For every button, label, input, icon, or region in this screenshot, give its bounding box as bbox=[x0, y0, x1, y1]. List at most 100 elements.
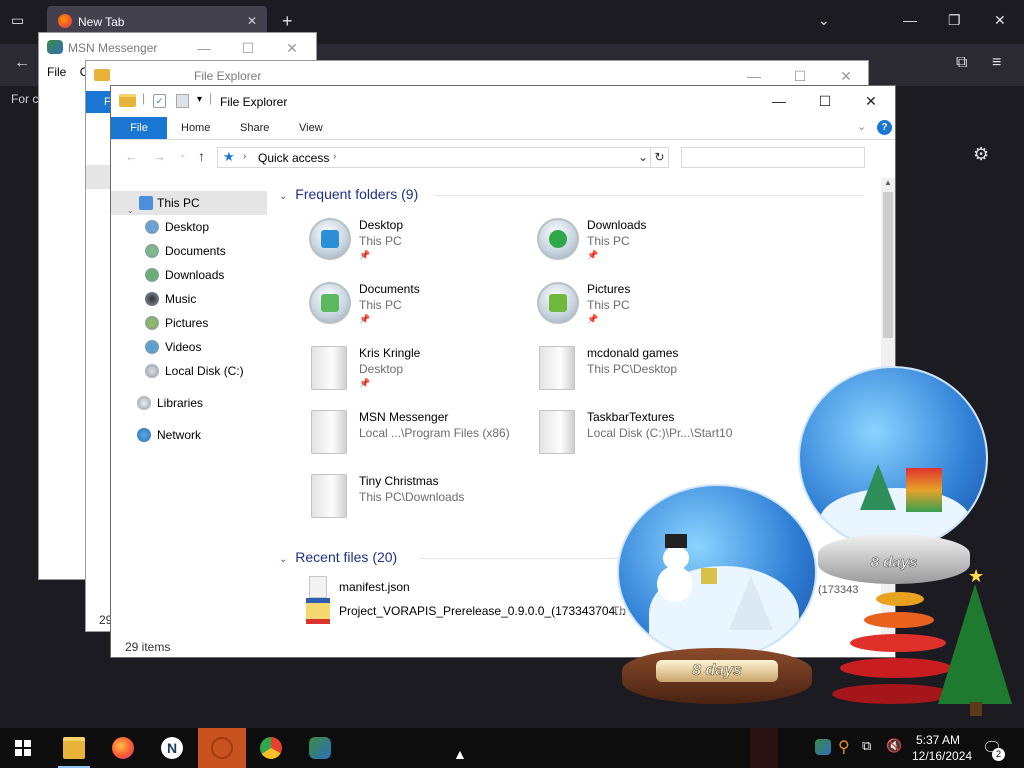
taskbar-file-explorer[interactable] bbox=[50, 728, 98, 768]
tab-list-icon[interactable]: ▭ bbox=[11, 12, 24, 29]
msn-icon bbox=[47, 40, 63, 54]
gear-icon[interactable]: ⚙ bbox=[973, 144, 989, 165]
address-bar[interactable]: ★ › Quick access › ⌄ bbox=[217, 147, 669, 168]
taskbar-app-active[interactable] bbox=[198, 728, 246, 768]
scroll-up-icon[interactable]: ▲ bbox=[884, 178, 892, 187]
network-tray-icon[interactable]: ⧉ bbox=[862, 738, 871, 754]
folder-msn-messenger[interactable]: MSN Messenger Local ...\Program Files (x… bbox=[309, 408, 539, 464]
minimize-icon[interactable]: — bbox=[757, 90, 801, 112]
tab-file[interactable]: File bbox=[111, 117, 167, 139]
file-name: manifest.json bbox=[339, 580, 410, 594]
folder-pictures[interactable]: Pictures This PC 📌 bbox=[537, 280, 767, 336]
ribbon-expand-icon[interactable]: ⌄ bbox=[857, 120, 866, 133]
forward-arrow-icon[interactable]: → bbox=[153, 149, 166, 164]
search-input[interactable] bbox=[681, 147, 865, 168]
tree-icon bbox=[729, 576, 773, 630]
refresh-icon[interactable]: ↻ bbox=[650, 147, 669, 168]
taskbar-notion[interactable]: N bbox=[148, 728, 196, 768]
recent-files-header[interactable]: ⌄ Recent files (20) bbox=[279, 549, 397, 565]
taskbar-blank-region bbox=[750, 728, 778, 768]
documents-icon bbox=[145, 244, 159, 258]
extensions-icon[interactable]: ⧉ bbox=[956, 54, 967, 72]
help-icon[interactable]: ? bbox=[877, 120, 892, 135]
back-arrow-icon[interactable]: ← bbox=[14, 54, 30, 72]
minimize-icon[interactable]: — bbox=[903, 12, 917, 28]
sidebar-item-videos[interactable]: Videos bbox=[111, 335, 267, 359]
snowman-hat bbox=[665, 534, 687, 548]
tab-share[interactable]: Share bbox=[240, 117, 269, 139]
folder-desktop[interactable]: Desktop This PC 📌 bbox=[309, 216, 539, 272]
restore-icon[interactable]: ❐ bbox=[948, 12, 961, 29]
countdown-widget-right[interactable]: 8 days bbox=[796, 366, 992, 588]
sidebar-item-music[interactable]: Music bbox=[111, 287, 267, 311]
clock-date[interactable]: 12/16/2024 bbox=[912, 749, 972, 763]
ribbon-divider bbox=[111, 139, 895, 140]
menu-file[interactable]: File bbox=[47, 65, 66, 79]
sidebar-item-network[interactable]: Network bbox=[111, 423, 267, 447]
msn-icon bbox=[309, 737, 331, 759]
properties-icon[interactable]: ✓ bbox=[153, 94, 166, 108]
frequent-folders-header[interactable]: ⌄ Frequent folders (9) bbox=[279, 186, 418, 202]
sidebar-item-this-pc[interactable]: ⌄ This PC bbox=[111, 191, 267, 215]
taskbar-msn[interactable] bbox=[296, 728, 344, 768]
up-arrow-icon[interactable]: ↑ bbox=[198, 148, 205, 164]
quick-access-dropdown-icon[interactable]: ▾ bbox=[197, 94, 202, 105]
chevron-right-icon[interactable]: › bbox=[333, 151, 336, 162]
nav-selected-row bbox=[86, 165, 112, 189]
minimize-icon[interactable]: — bbox=[732, 65, 776, 87]
close-icon[interactable]: ✕ bbox=[994, 12, 1006, 29]
new-folder-icon[interactable] bbox=[176, 94, 189, 108]
menu-icon[interactable]: ≡ bbox=[992, 54, 1001, 72]
snowman-icon bbox=[657, 566, 693, 602]
maximize-icon[interactable]: ☐ bbox=[803, 90, 847, 112]
sidebar-item-label: Videos bbox=[165, 340, 202, 354]
sidebar-item-pictures[interactable]: Pictures bbox=[111, 311, 267, 335]
folder-icon bbox=[119, 94, 136, 107]
volume-muted-icon[interactable]: 🔇 bbox=[886, 738, 902, 754]
folder-kris-kringle[interactable]: Kris Kringle Desktop 📌 bbox=[309, 344, 539, 400]
gifts-icon bbox=[906, 468, 942, 512]
maximize-icon[interactable]: ☐ bbox=[226, 37, 270, 59]
ribbon-file-tab[interactable]: F bbox=[86, 91, 112, 113]
tab-close-icon[interactable]: ✕ bbox=[247, 14, 257, 28]
folder-location: This PC bbox=[587, 234, 630, 248]
chevron-down-icon[interactable]: ⌄ bbox=[818, 12, 830, 29]
maximize-icon[interactable]: ☐ bbox=[778, 65, 822, 87]
taskbar-chrome[interactable] bbox=[247, 728, 295, 768]
clock-time[interactable]: 5:37 AM bbox=[916, 733, 960, 747]
countdown-widget-left[interactable]: 8 days bbox=[612, 484, 822, 706]
sidebar-item-libraries[interactable]: Libraries bbox=[111, 391, 267, 415]
taskbar-firefox[interactable] bbox=[99, 728, 147, 768]
recent-dropdown-icon[interactable]: ⌄ bbox=[179, 149, 187, 160]
sidebar-item-documents[interactable]: Documents bbox=[111, 239, 267, 263]
sidebar-item-local-disk[interactable]: Local Disk (C:) bbox=[111, 359, 267, 383]
folder-documents[interactable]: Documents This PC 📌 bbox=[309, 280, 539, 336]
close-icon[interactable]: ✕ bbox=[824, 65, 868, 87]
close-icon[interactable]: ✕ bbox=[270, 37, 314, 59]
folder-mcdonald-games[interactable]: mcdonald games This PC\Desktop bbox=[537, 344, 767, 400]
folder-downloads[interactable]: Downloads This PC 📌 bbox=[537, 216, 767, 272]
folder-tiny-christmas[interactable]: Tiny Christmas This PC\Downloads bbox=[309, 472, 539, 528]
minimize-icon[interactable]: — bbox=[182, 37, 226, 59]
address-row: ← → ⌄ ↑ ★ › Quick access › ⌄ ↻ bbox=[111, 144, 895, 172]
start-button[interactable] bbox=[0, 728, 48, 768]
sidebar-item-label: This PC bbox=[157, 196, 200, 210]
pin-icon: 📌 bbox=[359, 378, 371, 388]
videos-icon bbox=[145, 340, 159, 354]
navigation-pane: ⌄ This PC Desktop Documents Downloads Mu… bbox=[111, 186, 269, 641]
tree-icon bbox=[860, 464, 896, 510]
search-tray-icon[interactable]: ⚲ bbox=[838, 737, 850, 757]
sidebar-item-downloads[interactable]: Downloads bbox=[111, 263, 267, 287]
tab-view[interactable]: View bbox=[299, 117, 323, 139]
sidebar-item-desktop[interactable]: Desktop bbox=[111, 215, 267, 239]
scrollbar-thumb[interactable] bbox=[883, 192, 893, 338]
folder-taskbartextures[interactable]: TaskbarTextures Local Disk (C:)\Pr...\St… bbox=[537, 408, 767, 464]
snowman-head bbox=[663, 546, 689, 570]
back-arrow-icon[interactable]: ← bbox=[125, 149, 138, 164]
tab-home[interactable]: Home bbox=[181, 117, 210, 139]
pin-icon: 📌 bbox=[359, 314, 371, 324]
msn-tray-icon[interactable] bbox=[815, 739, 831, 755]
new-tab-icon[interactable]: + bbox=[282, 11, 293, 32]
close-icon[interactable]: ✕ bbox=[849, 90, 893, 112]
chevron-down-icon[interactable]: ⌄ bbox=[638, 150, 648, 164]
